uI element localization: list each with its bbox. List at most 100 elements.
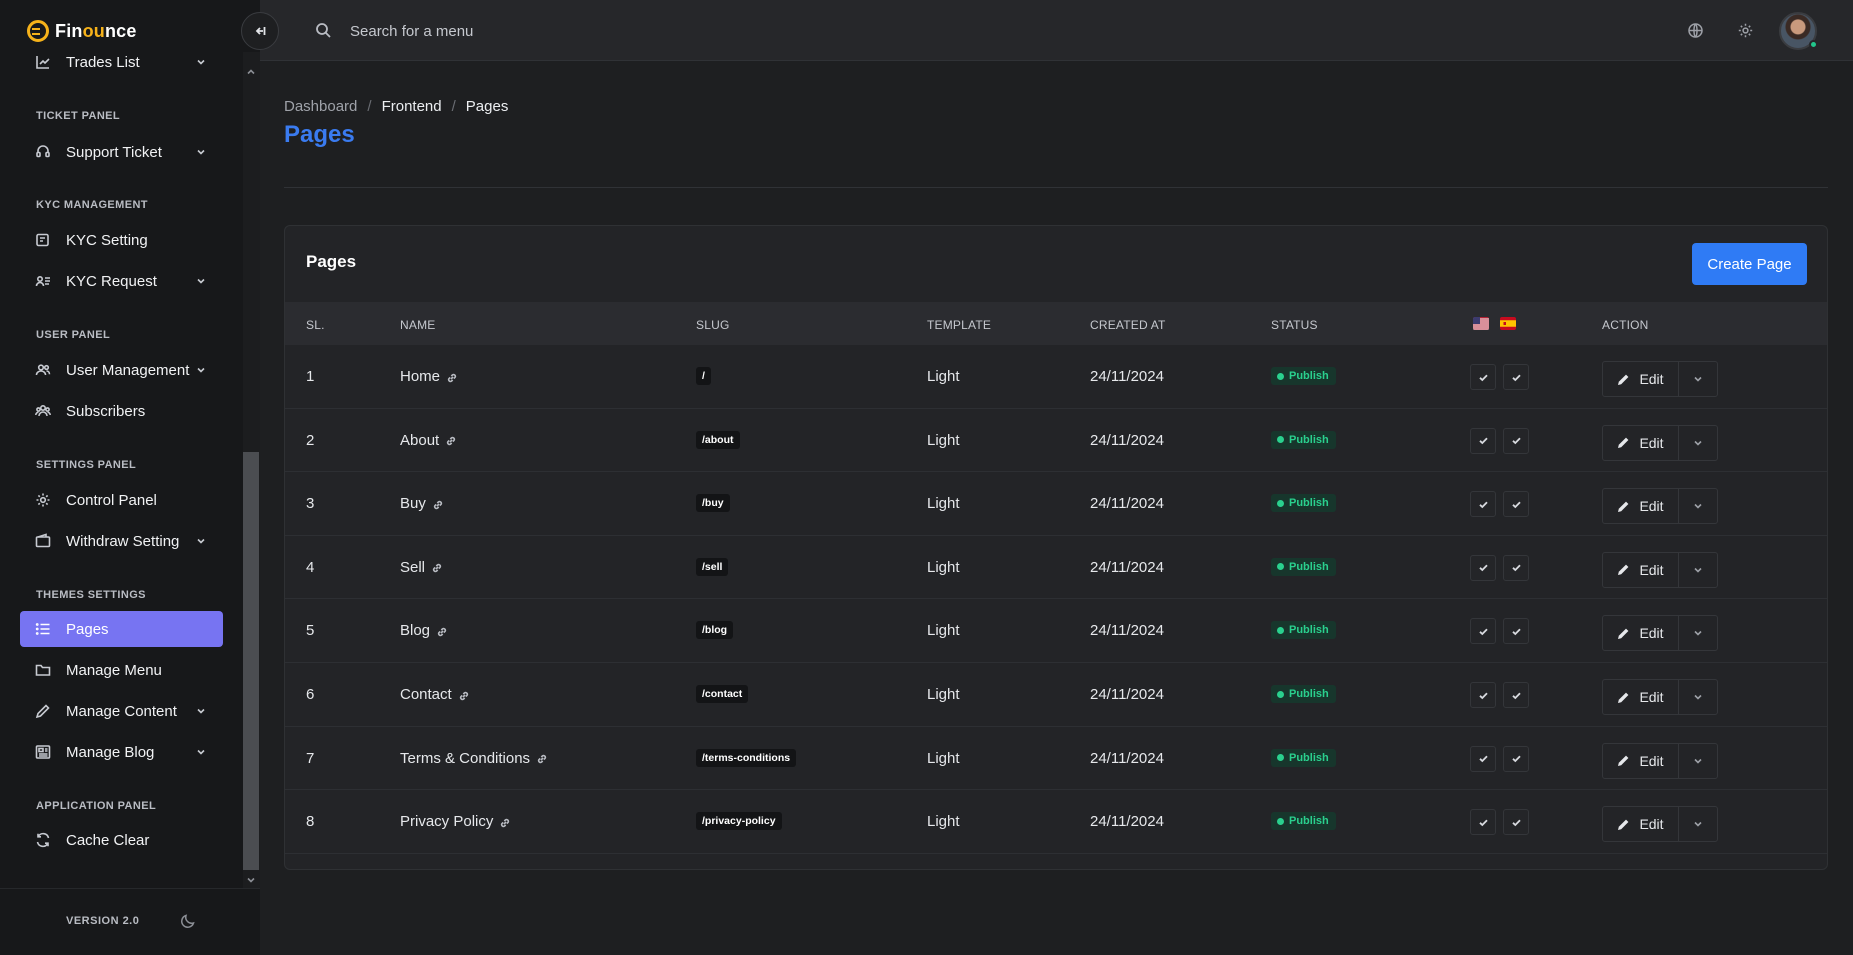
edit-button[interactable]: Edit	[1602, 488, 1679, 525]
sidebar-item-pages[interactable]: Pages	[20, 611, 223, 647]
language-en-check-button[interactable]	[1470, 554, 1496, 581]
sidebar-item-manage-menu[interactable]: Manage Menu	[20, 652, 223, 688]
page-name[interactable]: Home	[400, 368, 440, 385]
id-card-icon	[34, 231, 52, 249]
link-icon[interactable]	[499, 816, 511, 828]
row-actions-dropdown-button[interactable]	[1678, 742, 1718, 779]
link-icon[interactable]	[458, 689, 470, 701]
edit-label: Edit	[1639, 689, 1664, 705]
sidebar-item-cache-clear[interactable]: Cache Clear	[20, 822, 223, 858]
row-actions-dropdown-button[interactable]	[1678, 424, 1718, 461]
link-icon[interactable]	[431, 561, 443, 573]
status-label: Publish	[1289, 751, 1329, 764]
sidebar-scrollbar-thumb[interactable]	[243, 452, 259, 870]
users-icon	[34, 361, 52, 379]
language-es-check-button[interactable]	[1503, 682, 1529, 708]
gear-icon[interactable]	[1737, 22, 1754, 39]
language-en-check-button[interactable]	[1470, 809, 1496, 836]
language-en-check-button[interactable]	[1470, 745, 1496, 772]
sidebar-item-kyc-request[interactable]: KYC Request	[20, 263, 223, 299]
row-name: Blog	[400, 622, 448, 639]
language-en-check-button[interactable]	[1470, 682, 1496, 708]
folder-icon	[34, 661, 52, 679]
link-icon[interactable]	[536, 752, 548, 764]
logo-icon	[27, 20, 49, 42]
row-actions-dropdown-button[interactable]	[1678, 551, 1718, 588]
scroll-down-arrow-icon[interactable]	[246, 872, 256, 883]
table-row: 6 Contact/contact Light 24/11/2024 Publish Ed…	[285, 663, 1827, 727]
table-row: 3 Buy/buy Light 24/11/2024 Publish Edit	[285, 472, 1827, 536]
column-header-name: NAME	[400, 318, 436, 332]
link-icon[interactable]	[446, 371, 458, 383]
row-actions-dropdown-button[interactable]	[1678, 806, 1718, 843]
row-actions-dropdown-button[interactable]	[1678, 679, 1718, 715]
breadcrumb-dashboard[interactable]: Dashboard	[284, 98, 357, 115]
language-en-check-button[interactable]	[1470, 427, 1496, 454]
page-name[interactable]: Blog	[400, 622, 430, 639]
moon-icon[interactable]	[180, 913, 196, 929]
slug-badge: /contact	[696, 685, 749, 703]
edit-button[interactable]: Edit	[1602, 742, 1679, 779]
section-title-kyc-management: KYC MANAGEMENT	[36, 199, 148, 211]
pencil-icon	[1618, 501, 1629, 512]
chevron-down-icon	[195, 745, 207, 757]
page-name[interactable]: Sell	[400, 559, 425, 576]
edit-button[interactable]: Edit	[1602, 806, 1679, 843]
sidebar-collapse-button[interactable]	[241, 12, 279, 50]
check-icon	[1511, 564, 1521, 572]
edit-button[interactable]: Edit	[1602, 615, 1679, 652]
status-badge: Publish	[1271, 494, 1336, 513]
link-icon[interactable]	[436, 625, 448, 637]
edit-button[interactable]: Edit	[1602, 424, 1679, 461]
sidebar-item-manage-content[interactable]: Manage Content	[20, 693, 223, 729]
language-es-check-button[interactable]	[1503, 745, 1529, 772]
page-name[interactable]: Buy	[400, 495, 426, 512]
edit-label: Edit	[1639, 752, 1664, 769]
breadcrumb-frontend[interactable]: Frontend	[382, 98, 442, 115]
row-sl: 2	[306, 431, 315, 449]
language-es-check-button[interactable]	[1503, 809, 1529, 836]
language-es-check-button[interactable]	[1503, 364, 1529, 390]
row-actions-dropdown-button[interactable]	[1678, 361, 1718, 397]
globe-icon[interactable]	[1687, 22, 1704, 39]
slug-badge: /terms-conditions	[696, 748, 797, 767]
search-input[interactable]	[350, 18, 750, 44]
sidebar-item-manage-blog[interactable]: Manage Blog	[20, 734, 223, 770]
logo[interactable]: Finounce	[27, 18, 137, 44]
page-name[interactable]: Contact	[400, 686, 452, 703]
column-header-action: ACTION	[1602, 318, 1649, 332]
row-actions-dropdown-button[interactable]	[1678, 488, 1718, 525]
chevron-down-icon	[1694, 376, 1702, 382]
sidebar-item-kyc-setting[interactable]: KYC Setting	[20, 222, 223, 258]
language-es-check-button[interactable]	[1503, 491, 1529, 518]
sidebar-item-withdraw-setting[interactable]: Withdraw Setting	[20, 523, 223, 559]
row-name: Home	[400, 368, 458, 385]
chevron-down-icon	[1694, 758, 1702, 764]
edit-button[interactable]: Edit	[1602, 551, 1679, 588]
scroll-up-arrow-icon[interactable]	[246, 64, 256, 75]
sidebar-item-subscribers[interactable]: Subscribers	[20, 393, 223, 429]
language-en-check-button[interactable]	[1470, 491, 1496, 518]
page-name[interactable]: Terms & Conditions	[400, 750, 530, 767]
language-es-check-button[interactable]	[1503, 618, 1529, 645]
page-name[interactable]: Privacy Policy	[400, 813, 493, 830]
sidebar-item-support-ticket[interactable]: Support Ticket	[20, 134, 223, 170]
pencil-icon	[1618, 755, 1629, 767]
create-page-button[interactable]: Create Page	[1692, 243, 1807, 285]
row-name: Terms & Conditions	[400, 750, 548, 767]
row-name: About	[400, 432, 457, 449]
link-icon[interactable]	[432, 498, 444, 510]
status-dot	[1277, 690, 1284, 698]
edit-button[interactable]: Edit	[1602, 679, 1679, 715]
sidebar-item-trades-list[interactable]: Trades List	[20, 52, 223, 80]
link-icon[interactable]	[445, 434, 457, 446]
edit-button[interactable]: Edit	[1602, 361, 1679, 397]
sidebar-item-user-management[interactable]: User Management	[20, 352, 223, 388]
language-es-check-button[interactable]	[1503, 427, 1529, 454]
sidebar-item-control-panel[interactable]: Control Panel	[20, 482, 223, 518]
language-en-check-button[interactable]	[1470, 618, 1496, 645]
language-es-check-button[interactable]	[1503, 554, 1529, 581]
page-name[interactable]: About	[400, 432, 439, 449]
language-en-check-button[interactable]	[1470, 364, 1496, 390]
row-actions-dropdown-button[interactable]	[1678, 615, 1718, 652]
